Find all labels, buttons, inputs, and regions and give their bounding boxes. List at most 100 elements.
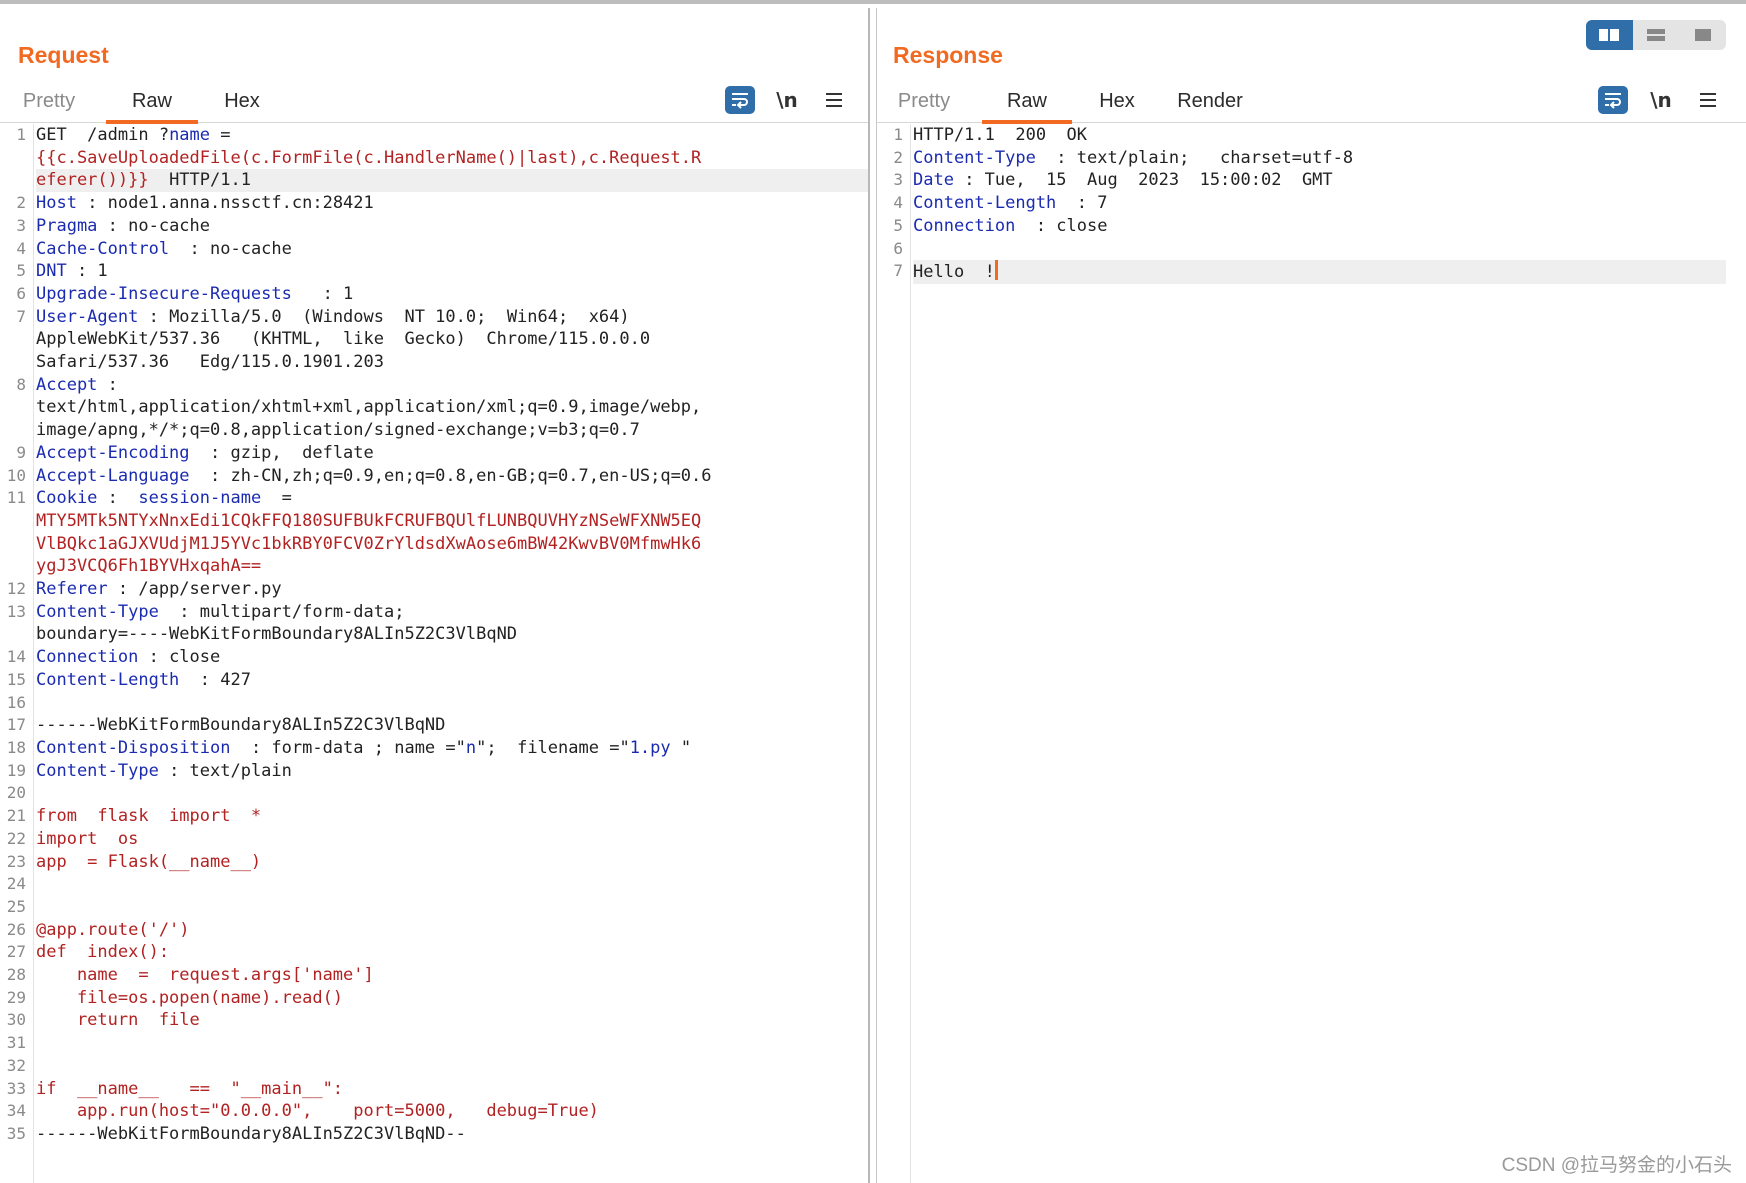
line-text: DNT : 1 bbox=[36, 260, 868, 283]
code-token: : 1 bbox=[66, 261, 108, 282]
response-tab-pretty[interactable]: Pretty bbox=[889, 82, 959, 120]
line-text: Accept-Language : zh-CN,zh;q=0.9,en;q=0.… bbox=[36, 465, 868, 488]
line-text bbox=[913, 238, 1726, 261]
code-token: app.run(host="0.0.0.0", port=5000, debug… bbox=[36, 1101, 599, 1122]
split-horizontal-icon[interactable] bbox=[1586, 20, 1633, 50]
line-number: 19 bbox=[6, 760, 26, 780]
line-text: Accept : bbox=[36, 374, 868, 397]
response-newline-toggle[interactable]: \n bbox=[1646, 84, 1676, 116]
code-token: VlBQkc1aGJXVUdjM1J5YVc1bkRBY0FCV0ZrYldsd… bbox=[36, 533, 702, 554]
single-pane-icon[interactable] bbox=[1679, 20, 1726, 50]
pane-splitter[interactable] bbox=[870, 8, 877, 1183]
code-line: boundary=----WebKitFormBoundary8ALIn5Z2C… bbox=[0, 623, 868, 646]
line-text: image/apng,*/*;q=0.8,application/signed-… bbox=[36, 419, 868, 442]
request-tab-raw[interactable]: Raw bbox=[106, 82, 198, 124]
code-token: : Mozilla/5.0 (Windows NT 10.0; Win64; x… bbox=[138, 306, 630, 327]
response-pane: Response Pretty Raw Hex Render \n 1 HTTP/… bbox=[877, 8, 1746, 1183]
code-token: Host bbox=[36, 193, 77, 214]
line-number: 26 bbox=[6, 919, 26, 939]
line-text: text/html,application/xhtml+xml,applicat… bbox=[36, 396, 868, 419]
request-newline-toggle[interactable]: \n bbox=[772, 84, 802, 116]
code-line: 17 ------WebKitFormBoundary8ALIn5Z2C3VlBq… bbox=[0, 714, 868, 737]
code-token: Connection bbox=[36, 647, 139, 668]
request-tab-hex[interactable]: Hex bbox=[212, 82, 272, 120]
line-number: 34 bbox=[6, 1101, 26, 1121]
line-number: 20 bbox=[6, 783, 26, 803]
line-number: 33 bbox=[6, 1078, 26, 1098]
code-token: : node1.anna.nssctf.cn:28421 bbox=[76, 193, 374, 214]
code-line: 11 Cookie : session-name = bbox=[0, 487, 868, 510]
code-token: : zh-CN,zh;q=0.9,en;q=0.8,en-GB;q=0.7,en… bbox=[189, 465, 712, 486]
line-text bbox=[36, 873, 868, 896]
line-number: 8 bbox=[16, 374, 26, 394]
code-token: User-Agent bbox=[36, 306, 139, 327]
line-number: 1 bbox=[893, 125, 903, 144]
code-token: session-name bbox=[138, 488, 262, 509]
line-text: Host : node1.anna.nssctf.cn:28421 bbox=[36, 192, 868, 215]
line-number: 9 bbox=[16, 442, 26, 462]
code-token: : 7 bbox=[1056, 193, 1108, 214]
line-text: app = Flask(__name__) bbox=[36, 851, 868, 874]
line-number bbox=[0, 419, 36, 442]
code-line: 22 import os bbox=[0, 828, 868, 851]
code-line: 28 name = request.args['name'] bbox=[0, 964, 868, 987]
code-token: : close bbox=[1015, 215, 1108, 236]
code-token: app = Flask(__name__) bbox=[36, 851, 262, 872]
line-number: 35 bbox=[6, 1123, 26, 1143]
split-vertical-icon[interactable] bbox=[1633, 20, 1680, 50]
code-token: name = request.args['name'] bbox=[36, 965, 374, 986]
request-editor[interactable]: 1 GET /admin ?name = {{c.SaveUploadedFile(… bbox=[0, 124, 868, 1183]
request-wrap-button[interactable] bbox=[724, 84, 756, 116]
line-text bbox=[36, 1032, 868, 1055]
line-number: 27 bbox=[6, 942, 26, 962]
code-line: 2 Host : node1.anna.nssctf.cn:28421 bbox=[0, 192, 868, 215]
code-token: AppleWebKit/537.36 (KHTML, like Gecko) C… bbox=[36, 329, 651, 350]
code-token: Accept-Language bbox=[36, 465, 190, 486]
code-token: Content-Type bbox=[36, 760, 159, 781]
line-text: from flask import * bbox=[36, 805, 868, 828]
line-text: ygJ3VCQ6Fh1BYVHxqahA== bbox=[36, 555, 868, 578]
line-text: Referer : /app/server.py bbox=[36, 578, 868, 601]
line-number: 31 bbox=[6, 1033, 26, 1053]
response-tab-render[interactable]: Render bbox=[1165, 82, 1255, 120]
code-token: ygJ3VCQ6Fh1BYVHxqahA== bbox=[36, 556, 262, 577]
code-token: : Tue, 15 Aug 2023 15:00:02 GMT bbox=[953, 170, 1333, 191]
response-tab-hex[interactable]: Hex bbox=[1087, 82, 1147, 120]
layout-switch bbox=[1586, 20, 1726, 50]
line-text: Content-Length : 7 bbox=[913, 192, 1726, 215]
code-line: text/html,application/xhtml+xml,applicat… bbox=[0, 396, 868, 419]
code-line: 5 Connection : close bbox=[877, 215, 1726, 238]
line-number: 5 bbox=[893, 215, 903, 235]
line-text: Content-Length : 427 bbox=[36, 669, 868, 692]
code-token: Accept-Encoding bbox=[36, 442, 190, 463]
request-menu-button[interactable] bbox=[820, 84, 848, 116]
line-text: User-Agent : Mozilla/5.0 (Windows NT 10.… bbox=[36, 306, 868, 329]
response-menu-button[interactable] bbox=[1694, 84, 1722, 116]
response-editor[interactable]: 1 HTTP/1.1 200 OK 2 Content-Type : text/pla… bbox=[877, 124, 1726, 1183]
code-token: Content-Length bbox=[36, 669, 180, 690]
line-number bbox=[0, 328, 36, 351]
code-token: " bbox=[455, 737, 466, 758]
line-number: 7 bbox=[16, 306, 26, 326]
code-token: HTTP/1.1 200 OK bbox=[913, 125, 1087, 145]
line-number: 29 bbox=[6, 987, 26, 1007]
code-token: from flask import * bbox=[36, 806, 262, 827]
line-number: 3 bbox=[893, 170, 903, 190]
code-line: 6 bbox=[877, 238, 1726, 261]
line-number: 11 bbox=[6, 488, 26, 508]
line-text: def index(): bbox=[36, 941, 868, 964]
response-wrap-button[interactable] bbox=[1597, 84, 1629, 116]
code-token: : bbox=[97, 374, 118, 395]
request-tab-pretty[interactable]: Pretty bbox=[14, 82, 84, 120]
code-line: 2 Content-Type : text/plain; charset=utf-… bbox=[877, 147, 1726, 170]
response-tab-raw[interactable]: Raw bbox=[982, 82, 1072, 124]
line-number: 7 bbox=[893, 261, 903, 281]
code-token: boundary=----WebKitFormBoundary8ALIn5Z2C… bbox=[36, 624, 518, 645]
line-number: 6 bbox=[893, 238, 903, 258]
code-line: 9 Accept-Encoding : gzip, deflate bbox=[0, 442, 868, 465]
wrap-lines-icon bbox=[1598, 86, 1628, 114]
code-line: 18 Content-Disposition : form-data ; name… bbox=[0, 737, 868, 760]
line-text: Hello ! bbox=[913, 260, 1726, 284]
line-number: 5 bbox=[16, 261, 26, 281]
code-line: 32 bbox=[0, 1055, 868, 1078]
